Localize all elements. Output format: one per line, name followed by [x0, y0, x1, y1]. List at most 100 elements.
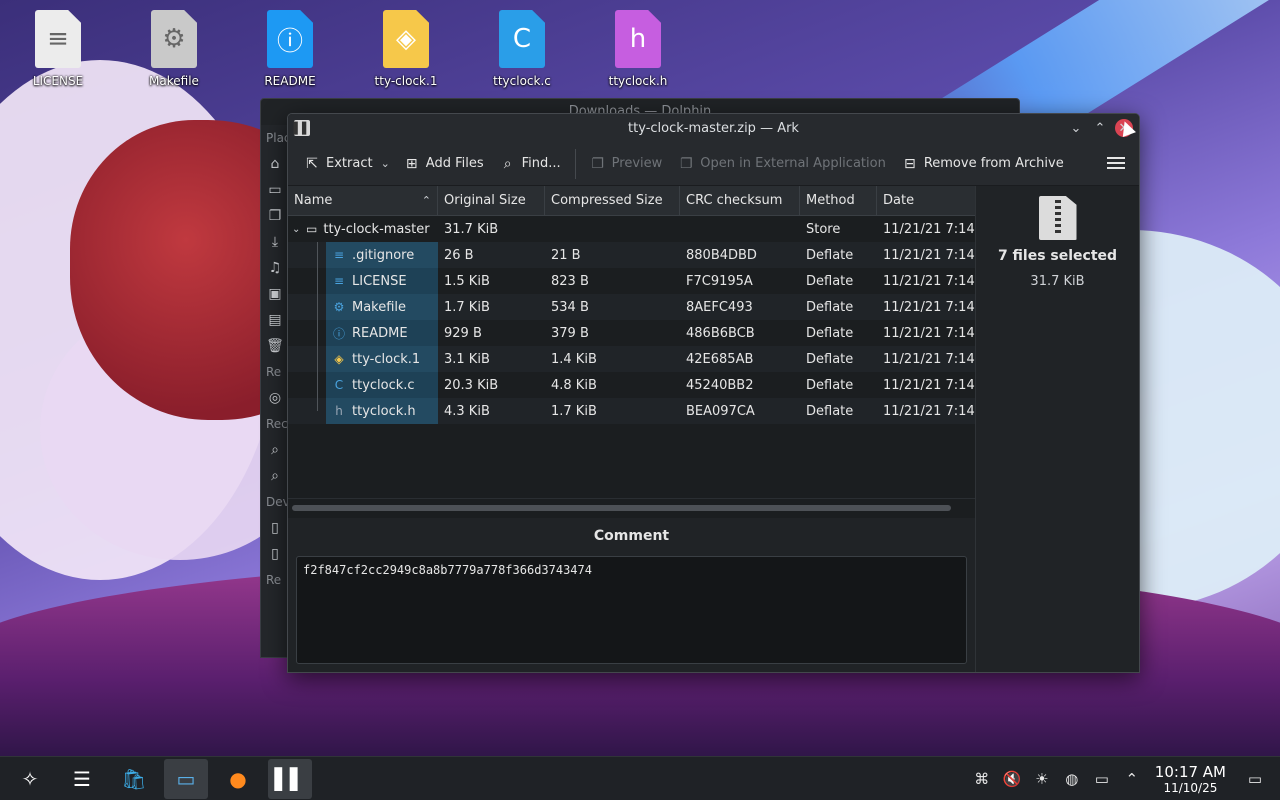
file-date: 11/21/21 7:14 A: [883, 351, 975, 367]
table-row[interactable]: ◈ tty-clock.1 3.1 KiB 1.4 KiB 42E685AB Deflat…: [288, 346, 975, 372]
desktop-file-5[interactable]: h ttyclock.h: [588, 8, 688, 88]
drive2-icon[interactable]: ▯: [261, 541, 289, 567]
selection-size: 31.7 KiB: [1030, 274, 1085, 289]
desktop-file-1[interactable]: ⚙ Makefile: [124, 8, 224, 88]
column-original-size[interactable]: Original Size: [438, 186, 545, 215]
expand-chevron-icon[interactable]: ⌄: [292, 224, 306, 235]
column-date[interactable]: Date: [877, 186, 975, 215]
table-row[interactable]: ⓘ README 929 B 379 B 486B6BCB Deflate 11/21/21…: [288, 320, 975, 346]
home-icon[interactable]: ⌂: [261, 151, 289, 177]
network-globe-icon[interactable]: ◍: [1057, 770, 1087, 788]
recent-locations-icon[interactable]: ⌕: [261, 463, 289, 489]
remove-icon: ⊟: [903, 155, 916, 172]
file-crc: 8AEFC493: [686, 299, 753, 315]
system-settings-icon[interactable]: ☰: [60, 759, 104, 799]
open-external-button[interactable]: ❐ Open in External Application: [670, 149, 894, 179]
table-row-root-folder[interactable]: ⌄ ▭ tty-clock-master 31.7 KiB Store 11/2…: [288, 216, 975, 242]
documents-icon[interactable]: ❐: [261, 203, 289, 229]
music-icon[interactable]: ♫: [261, 255, 289, 281]
show-desktop-icon[interactable]: ▭: [1240, 770, 1270, 788]
file-date: 11/21/21 7:14 A: [883, 247, 975, 263]
desktop-file-2[interactable]: ⓘ README: [240, 8, 340, 88]
desktop-file-label: LICENSE: [32, 74, 84, 88]
file-date: 11/21/21 7:14 A: [883, 377, 975, 393]
recent-files-icon[interactable]: ⌕: [261, 437, 289, 463]
ark-window[interactable]: ▌▌ tty-clock-master.zip — Ark ⌄ ⌃ ✕ ⇱ Ex…: [287, 113, 1140, 673]
file-method: Deflate: [806, 351, 854, 367]
volume-muted-icon[interactable]: 🔇: [997, 770, 1027, 788]
preview-button[interactable]: ❐ Preview: [582, 149, 671, 179]
open-external-label: Open in External Application: [700, 156, 886, 171]
c-header-icon: h: [615, 10, 661, 68]
tray-expand-chevron-icon[interactable]: ⌃: [1117, 770, 1147, 788]
file-original-size: 1.5 KiB: [444, 273, 490, 289]
add-files-button[interactable]: ⊞ Add Files: [396, 149, 492, 179]
trash-icon[interactable]: 🗑: [261, 333, 289, 359]
scrollbar-thumb[interactable]: [292, 505, 951, 511]
find-button[interactable]: ⌕ Find...: [492, 149, 569, 179]
column-method[interactable]: Method: [800, 186, 877, 215]
file-type-icon: ≡: [333, 274, 345, 288]
drive-icon[interactable]: ▯: [261, 515, 289, 541]
extract-button[interactable]: ⇱ Extract: [296, 149, 381, 179]
file-compressed-size: 1.7 KiB: [551, 403, 597, 419]
comment-text-area[interactable]: f2f847cf2cc2949c8a8b7779a778f366d3743474: [296, 556, 967, 664]
horizontal-scrollbar[interactable]: [288, 498, 975, 518]
file-name: tty-clock.1: [352, 351, 421, 367]
column-crc-checksum[interactable]: CRC checksum: [680, 186, 800, 215]
discover-store-icon[interactable]: 🛍: [112, 759, 156, 799]
clock[interactable]: 10:17 AM 11/10/25: [1155, 763, 1226, 795]
file-compressed-size: 823 B: [551, 273, 589, 289]
file-crc: 42E685AB: [686, 351, 754, 367]
column-compressed-size[interactable]: Compressed Size: [545, 186, 680, 215]
desktop-file-3[interactable]: ◈ tty-clock.1: [356, 8, 456, 88]
file-compressed-size: 1.4 KiB: [551, 351, 597, 367]
videos-icon[interactable]: ▤: [261, 307, 289, 333]
pictures-icon[interactable]: ▣: [261, 281, 289, 307]
table-row[interactable]: ⚙ Makefile 1.7 KiB 534 B 8AEFC493 Deflate 11/2…: [288, 294, 975, 320]
brightness-icon[interactable]: ☀: [1027, 770, 1057, 788]
file-date: 11/21/21 7:14 A: [883, 273, 975, 289]
file-type-icon: ≡: [333, 248, 345, 262]
extract-menu-chevron-icon[interactable]: ⌄: [381, 157, 396, 170]
downloads-icon[interactable]: ⤓: [261, 229, 289, 255]
ark-app-icon[interactable]: ▌▌: [294, 120, 310, 136]
file-type-icon: ◈: [334, 352, 344, 366]
table-row[interactable]: Cttyclock.c 20.3 KiB 4.8 KiB 45240BB2 Deflat…: [288, 372, 975, 398]
column-name[interactable]: Name ⌃: [288, 186, 438, 215]
hamburger-menu-icon[interactable]: [1107, 154, 1125, 172]
file-type-icon: ⓘ: [332, 326, 345, 341]
dolphin-task-icon[interactable]: ▭: [164, 758, 208, 799]
minimize-button[interactable]: ⌄: [1067, 119, 1085, 137]
desktop-file-0[interactable]: ≡ LICENSE: [8, 8, 108, 88]
desktop-file-label: ttyclock.c: [493, 74, 551, 88]
remove-from-archive-button[interactable]: ⊟ Remove from Archive: [894, 149, 1072, 179]
table-row[interactable]: ≡ LICENSE 1.5 KiB 823 B F7C9195A Deflate 11/21…: [288, 268, 975, 294]
archive-file-list[interactable]: Name ⌃ Original Size Compressed Size CRC…: [288, 186, 975, 518]
desktop-icon[interactable]: ▭: [261, 177, 289, 203]
ark-titlebar[interactable]: ▌▌ tty-clock-master.zip — Ark ⌄ ⌃ ✕: [288, 114, 1139, 142]
display-icon[interactable]: ▭: [1087, 770, 1117, 788]
file-method: Deflate: [806, 247, 854, 263]
table-row[interactable]: ≡ .gitignore 26 B 21 B 880B4DBD Deflate 11/21/…: [288, 242, 975, 268]
file-original-size: 3.1 KiB: [444, 351, 490, 367]
add-files-label: Add Files: [425, 156, 484, 171]
clock-date: 11/10/25: [1163, 781, 1218, 795]
system-tray: ⌘ 🔇 ☀ ◍ ▭ ⌃ 10:17 AM 11/10/25 ▭: [967, 757, 1280, 800]
file-crc: 880B4DBD: [686, 247, 757, 263]
maximize-button[interactable]: ⌃: [1091, 119, 1109, 137]
column-header: Name ⌃ Original Size Compressed Size CRC…: [288, 186, 975, 216]
table-row[interactable]: h ttyclock.h 4.3 KiB 1.7 KiB BEA097CA Deflate…: [288, 398, 975, 424]
kde-connect-icon[interactable]: ⌘: [967, 770, 997, 788]
desktop-file-4[interactable]: Cttyclock.c: [472, 8, 572, 88]
firefox-icon[interactable]: ●: [216, 759, 260, 799]
ark-task-icon[interactable]: ▌▌: [268, 758, 312, 799]
file-name: .gitignore: [352, 247, 415, 263]
file-compressed-size: 379 B: [551, 325, 589, 341]
application-launcher-icon[interactable]: ✧: [8, 759, 52, 799]
file-original-size: 20.3 KiB: [444, 377, 499, 393]
recent-heading: Rec: [266, 417, 288, 431]
network-icon[interactable]: ◎: [261, 385, 289, 411]
text-file-icon: ≡: [35, 10, 81, 68]
devices-heading: Dev: [266, 495, 289, 509]
